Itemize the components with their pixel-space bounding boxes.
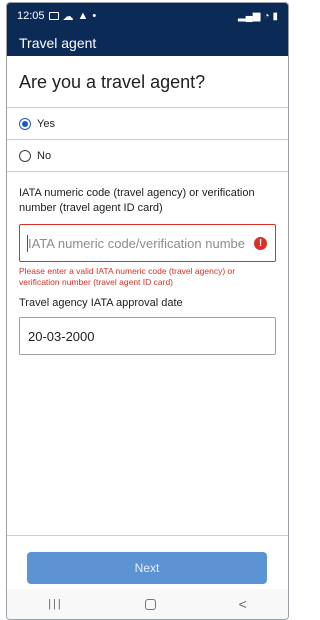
radio-checked-icon[interactable] (19, 117, 31, 130)
status-time: 12:05 (17, 10, 45, 22)
divider (7, 171, 288, 172)
phone-frame: 12:05 ☁ ▲ • ▂▄▆ ◔ ▮ Travel agent Are you… (6, 2, 289, 620)
footer-divider (7, 535, 288, 536)
battery-icon: ▮ (272, 10, 278, 22)
home-icon[interactable] (145, 598, 157, 610)
option-no[interactable]: No (19, 140, 276, 171)
next-button[interactable]: Next (27, 552, 267, 584)
iata-input-wrapper[interactable]: ! (19, 224, 276, 262)
approval-date-input[interactable] (28, 328, 267, 344)
status-left: 12:05 ☁ ▲ • (17, 10, 96, 23)
form-content: Are you a travel agent? Yes No IATA nume… (7, 56, 288, 355)
recent-apps-icon[interactable]: ||| (48, 598, 63, 610)
text-cursor (27, 235, 28, 252)
iata-error-message: Please enter a valid IATA numeric code (… (19, 266, 236, 287)
status-right: ▂▄▆ ◔ ▮ (238, 11, 278, 22)
notification-icon: ▲ (77, 10, 89, 22)
radio-unchecked-icon[interactable] (19, 149, 31, 162)
page-title: Are you a travel agent? (19, 72, 206, 92)
date-input-wrapper[interactable] (19, 317, 276, 355)
option-yes-label: Yes (37, 117, 55, 130)
cloud-notification-icon: ☁ (62, 10, 74, 23)
wifi-icon: ◔ (263, 10, 270, 22)
status-bar: 12:05 ☁ ▲ • ▂▄▆ ◔ ▮ (7, 3, 288, 29)
back-icon[interactable]: < (239, 596, 247, 612)
app-bar: Travel agent (7, 29, 288, 56)
system-nav-bar: ||| < (7, 589, 288, 619)
error-icon: ! (254, 236, 267, 250)
iata-input[interactable] (28, 235, 250, 251)
app-bar-title: Travel agent (19, 34, 97, 51)
iata-field-label: IATA numeric code (travel agency) or ver… (19, 187, 255, 214)
date-field-label: Travel agency IATA approval date (19, 297, 183, 309)
option-yes[interactable]: Yes (19, 108, 276, 139)
option-no-label: No (37, 149, 52, 162)
signal-icon: ▂▄▆ (237, 10, 261, 22)
more-notifications-icon: • (92, 10, 97, 22)
gallery-notification-icon (48, 12, 59, 20)
